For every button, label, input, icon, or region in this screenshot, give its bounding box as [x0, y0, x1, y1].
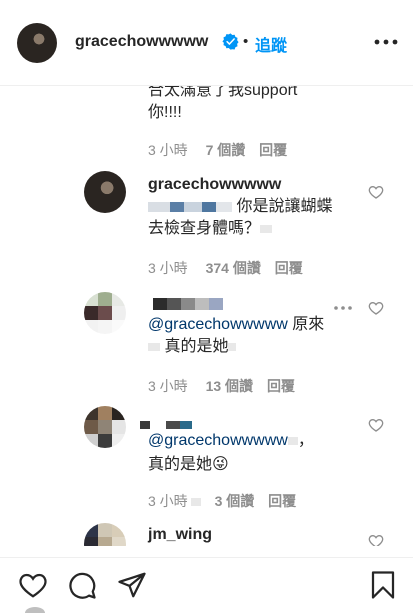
comment-meta: 3 小時 374 個讚 回覆: [148, 258, 303, 278]
comment-like-heart-icon[interactable]: [368, 184, 384, 200]
comment-meta: 3 小時 13 個讚 回覆: [148, 376, 295, 396]
comment-like-heart-icon[interactable]: [368, 300, 384, 316]
comment-time: 3 小時: [148, 378, 188, 394]
comment-likes[interactable]: 13 個讚: [206, 378, 253, 394]
pixelated-avatar-image: [84, 523, 126, 546]
commenter-username[interactable]: gracechowwwww: [148, 176, 281, 194]
redacted-block: [209, 297, 223, 310]
comment-meta: 3 小時 7 個讚 回覆: [148, 140, 287, 160]
redacted-block: [148, 342, 160, 351]
comment-text: ，: [297, 432, 314, 449]
profile-avatar[interactable]: [17, 23, 57, 63]
pixelated-avatar-image: [84, 406, 126, 448]
redacted-block: [150, 420, 166, 429]
comment-like-heart-icon[interactable]: [368, 417, 384, 433]
redacted-block: [228, 342, 237, 351]
comment-more-icon[interactable]: [333, 304, 353, 312]
comment-text-line: 真的是她😜: [148, 456, 229, 473]
comment-time: 3 小時: [148, 260, 188, 276]
more-options-icon[interactable]: [374, 35, 398, 49]
comment-likes[interactable]: 3 個讚: [215, 493, 255, 509]
redacted-block: [202, 201, 216, 212]
commenter-avatar[interactable]: [84, 292, 126, 334]
reply-button[interactable]: 回覆: [268, 493, 296, 509]
comment-text-line: 你!!!!: [148, 104, 182, 121]
redacted-block: [180, 420, 192, 429]
redacted-block: [153, 297, 167, 310]
comment-time: 3 小時: [148, 142, 188, 158]
reply-button[interactable]: 回覆: [275, 260, 303, 276]
follow-button[interactable]: 追蹤: [255, 32, 287, 56]
comment-text-line: 你是說讓蝴蝶: [148, 196, 332, 218]
redacted-block: [195, 297, 209, 310]
comment-text: 你是說讓蝴蝶: [236, 198, 333, 215]
comments-list: 合太滿意了我support 你!!!! 3 小時 7 個讚 回覆 gracech…: [0, 86, 413, 546]
comment-text-line: 去檢查身體嗎？: [148, 218, 273, 240]
comment-text-line: @gracechowwwww ，: [148, 430, 314, 452]
bookmark-icon[interactable]: [368, 570, 398, 600]
pixelated-avatar-image: [84, 292, 126, 334]
verified-badge-icon: [222, 33, 239, 50]
comment-icon[interactable]: [67, 570, 97, 600]
comment-meta: 3 小時 3 個讚 回覆: [148, 491, 296, 511]
comment-time: 3 小時: [148, 493, 188, 509]
separator-dot: •: [243, 33, 249, 50]
redacted-block: [260, 224, 273, 233]
mention-link[interactable]: @gracechowwwww: [148, 432, 288, 449]
comment-likes[interactable]: 7 個讚: [206, 142, 246, 158]
redacted-block: [170, 201, 184, 212]
reply-button[interactable]: 回覆: [259, 142, 287, 158]
redacted-username[interactable]: [153, 295, 223, 313]
share-icon[interactable]: [117, 570, 147, 600]
mention-link[interactable]: @gracechowwwww: [148, 316, 288, 333]
commenter-avatar[interactable]: [84, 171, 126, 213]
commenter-avatar[interactable]: [84, 406, 126, 448]
comment-text-line: 真的是她: [148, 336, 237, 358]
redacted-block: [181, 297, 195, 310]
comment-like-heart-icon[interactable]: [368, 533, 384, 546]
redacted-block: [166, 420, 180, 429]
redacted-block: [184, 201, 202, 212]
comment-text: 真的是她: [164, 338, 229, 355]
viewer-avatar: [25, 607, 45, 613]
comment-text: 原來: [287, 316, 325, 333]
comment-text: 去檢查身體嗎？: [148, 220, 261, 237]
redacted-block: [148, 201, 170, 212]
post-header: gracechowwwww • 追蹤: [0, 0, 413, 86]
post-action-bar: [0, 557, 413, 613]
header-username[interactable]: gracechowwwww: [75, 33, 208, 51]
commenter-avatar[interactable]: [84, 523, 126, 546]
redacted-block: [140, 420, 150, 429]
comment-text-line: @gracechowwwww 原來: [148, 314, 324, 336]
redacted-block: [167, 297, 181, 310]
heart-icon[interactable]: [18, 570, 48, 600]
redacted-block: [216, 201, 232, 212]
reply-button[interactable]: 回覆: [267, 378, 295, 394]
comment-likes[interactable]: 374 個讚: [206, 260, 261, 276]
redacted-block: [287, 436, 298, 445]
commenter-username[interactable]: jm_wing: [148, 526, 212, 544]
comment-text-line: 合太滿意了我support: [148, 86, 298, 99]
redacted-block: [190, 498, 201, 507]
